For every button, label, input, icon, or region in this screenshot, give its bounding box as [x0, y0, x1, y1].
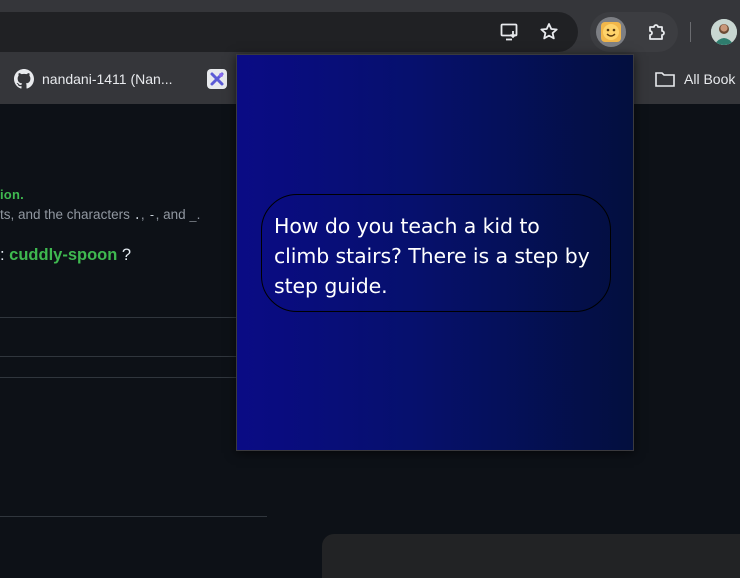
address-bar[interactable]: [0, 12, 578, 52]
divider: [0, 516, 267, 517]
extensions-puzzle-icon[interactable]: [640, 15, 674, 49]
all-bookmarks-label: All Book: [684, 71, 736, 87]
divider: [0, 377, 236, 378]
suggested-repo-name[interactable]: cuddly-spoon: [9, 246, 117, 264]
bookmark-app[interactable]: [206, 68, 236, 90]
github-icon: [14, 69, 34, 89]
divider: [0, 317, 236, 318]
extension-popup: How do you teach a kid to climb stairs? …: [236, 54, 634, 451]
install-app-icon[interactable]: [493, 15, 527, 49]
bookmark-label: nandani-1411 (Nan...: [42, 71, 173, 87]
hint-char-dot: .: [133, 208, 141, 222]
divider: [0, 356, 236, 357]
hint-prefix: ts, and the characters: [0, 207, 134, 222]
hint-suffix: .: [196, 207, 201, 222]
bookmark-github[interactable]: nandani-1411 (Nan...: [14, 68, 173, 90]
hint-sep: , and: [155, 207, 190, 222]
toolbar-separator: [690, 22, 691, 42]
suggestion-prefix: :: [0, 246, 10, 264]
bookmark-star-icon[interactable]: [532, 15, 566, 49]
validation-hint: ion.: [0, 187, 24, 202]
bottom-panel: [322, 534, 740, 578]
profile-avatar[interactable]: [711, 19, 737, 45]
browser-toolbar: [0, 0, 740, 54]
naming-hint: ts, and the characters ., -, and _.: [0, 207, 200, 222]
app-icon: [207, 69, 227, 89]
hint-char-dash: -: [148, 208, 156, 222]
extension-smiley-icon[interactable]: [596, 17, 626, 47]
suggestion-suffix: ?: [117, 246, 132, 264]
folder-icon: [655, 72, 675, 87]
browser-window: nandani-1411 (Nan... All Book ion. ts, a…: [0, 0, 740, 578]
repo-suggestion: : cuddly-spoon ?: [0, 246, 131, 265]
joke-bubble: How do you teach a kid to climb stairs? …: [261, 194, 611, 312]
hint-char-underscore: _: [189, 208, 197, 222]
joke-text: How do you teach a kid to climb stairs? …: [274, 214, 590, 298]
bookmark-all-bookmarks[interactable]: All Book: [654, 68, 735, 90]
